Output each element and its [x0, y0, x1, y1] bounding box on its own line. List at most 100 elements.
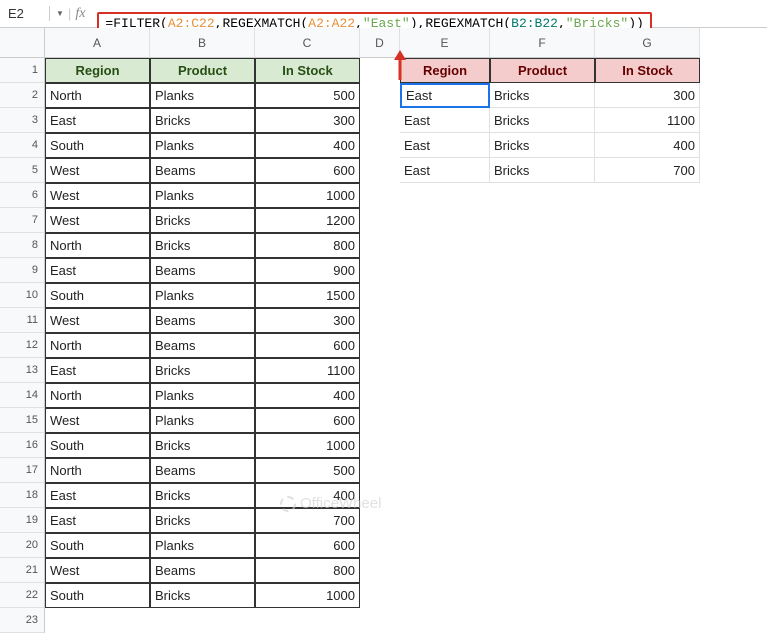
row-header-2[interactable]: 2	[0, 83, 45, 108]
table-row[interactable]: Planks	[150, 283, 255, 308]
table-row[interactable]: Beams	[150, 558, 255, 583]
table-row[interactable]: East	[45, 358, 150, 383]
table-row[interactable]: 1200	[255, 208, 360, 233]
column-header-G[interactable]: G	[595, 28, 700, 58]
table-row[interactable]: Bricks	[490, 133, 595, 158]
table-row[interactable]: South	[45, 583, 150, 608]
table-row[interactable]: Planks	[150, 133, 255, 158]
table-row[interactable]: Bricks	[150, 433, 255, 458]
table-row[interactable]: Planks	[150, 383, 255, 408]
table-row[interactable]: 400	[255, 383, 360, 408]
row-header-8[interactable]: 8	[0, 233, 45, 258]
table-row[interactable]: Bricks	[490, 83, 595, 108]
row-header-23[interactable]: 23	[0, 608, 45, 633]
row-header-12[interactable]: 12	[0, 333, 45, 358]
table-row[interactable]: Bricks	[490, 108, 595, 133]
table-row[interactable]: East	[45, 258, 150, 283]
source-header-region[interactable]: Region	[45, 58, 150, 83]
table-row[interactable]: 300	[595, 83, 700, 108]
table-row[interactable]: East	[400, 158, 490, 183]
table-row[interactable]: Bricks	[490, 158, 595, 183]
spreadsheet-grid[interactable]: ABCDEFG 12345678910111213141516171819202…	[0, 28, 767, 586]
table-row[interactable]: South	[45, 283, 150, 308]
row-header-22[interactable]: 22	[0, 583, 45, 608]
row-header-16[interactable]: 16	[0, 433, 45, 458]
table-row[interactable]: North	[45, 83, 150, 108]
row-header-11[interactable]: 11	[0, 308, 45, 333]
table-row[interactable]: Planks	[150, 83, 255, 108]
table-row[interactable]: West	[45, 558, 150, 583]
table-row[interactable]: Bricks	[150, 108, 255, 133]
row-header-3[interactable]: 3	[0, 108, 45, 133]
table-row[interactable]: North	[45, 383, 150, 408]
table-row[interactable]: Bricks	[150, 483, 255, 508]
row-header-19[interactable]: 19	[0, 508, 45, 533]
table-row[interactable]: 900	[255, 258, 360, 283]
row-header-5[interactable]: 5	[0, 158, 45, 183]
row-header-6[interactable]: 6	[0, 183, 45, 208]
column-header-F[interactable]: F	[490, 28, 595, 58]
table-row[interactable]: 1500	[255, 283, 360, 308]
table-row[interactable]: Planks	[150, 533, 255, 558]
table-row[interactable]: Bricks	[150, 583, 255, 608]
table-row[interactable]: Bricks	[150, 508, 255, 533]
table-row[interactable]: South	[45, 433, 150, 458]
table-row[interactable]: Bricks	[150, 358, 255, 383]
table-row[interactable]: East	[45, 108, 150, 133]
table-row[interactable]: 1100	[255, 358, 360, 383]
row-header-9[interactable]: 9	[0, 258, 45, 283]
table-row[interactable]: West	[45, 308, 150, 333]
table-row[interactable]: Planks	[150, 408, 255, 433]
row-header-15[interactable]: 15	[0, 408, 45, 433]
source-header-product[interactable]: Product	[150, 58, 255, 83]
row-header-20[interactable]: 20	[0, 533, 45, 558]
table-row[interactable]: 600	[255, 533, 360, 558]
table-row[interactable]: 600	[255, 408, 360, 433]
table-row[interactable]: 800	[255, 558, 360, 583]
table-row[interactable]: 800	[255, 233, 360, 258]
column-header-C[interactable]: C	[255, 28, 360, 58]
table-row[interactable]: South	[45, 533, 150, 558]
row-header-14[interactable]: 14	[0, 383, 45, 408]
table-row[interactable]: 600	[255, 333, 360, 358]
table-row[interactable]: 700	[595, 158, 700, 183]
column-header-A[interactable]: A	[45, 28, 150, 58]
table-row[interactable]: East	[400, 108, 490, 133]
result-header-stock[interactable]: In Stock	[595, 58, 700, 83]
table-row[interactable]: North	[45, 458, 150, 483]
name-box[interactable]: E2	[0, 6, 50, 21]
table-row[interactable]: West	[45, 208, 150, 233]
table-row[interactable]: West	[45, 408, 150, 433]
table-row[interactable]: 500	[255, 458, 360, 483]
table-row[interactable]: Beams	[150, 333, 255, 358]
table-row[interactable]: North	[45, 233, 150, 258]
table-row[interactable]: 1100	[595, 108, 700, 133]
row-header-21[interactable]: 21	[0, 558, 45, 583]
table-row[interactable]: Bricks	[150, 233, 255, 258]
row-header-7[interactable]: 7	[0, 208, 45, 233]
table-row[interactable]: 1000	[255, 183, 360, 208]
row-header-13[interactable]: 13	[0, 358, 45, 383]
table-row[interactable]: West	[45, 158, 150, 183]
column-header-B[interactable]: B	[150, 28, 255, 58]
table-row[interactable]: East	[400, 133, 490, 158]
table-row[interactable]: East	[400, 83, 490, 108]
table-row[interactable]: Beams	[150, 458, 255, 483]
source-header-stock[interactable]: In Stock	[255, 58, 360, 83]
row-header-17[interactable]: 17	[0, 458, 45, 483]
table-row[interactable]: Beams	[150, 158, 255, 183]
row-header-10[interactable]: 10	[0, 283, 45, 308]
table-row[interactable]: 400	[595, 133, 700, 158]
select-all-corner[interactable]	[0, 28, 45, 58]
row-header-4[interactable]: 4	[0, 133, 45, 158]
row-header-18[interactable]: 18	[0, 483, 45, 508]
table-row[interactable]: East	[45, 483, 150, 508]
table-row[interactable]: 300	[255, 108, 360, 133]
table-row[interactable]: South	[45, 133, 150, 158]
table-row[interactable]: North	[45, 333, 150, 358]
table-row[interactable]: 1000	[255, 583, 360, 608]
table-row[interactable]: 500	[255, 83, 360, 108]
table-row[interactable]: 400	[255, 133, 360, 158]
table-row[interactable]: Beams	[150, 258, 255, 283]
table-row[interactable]: Beams	[150, 308, 255, 333]
